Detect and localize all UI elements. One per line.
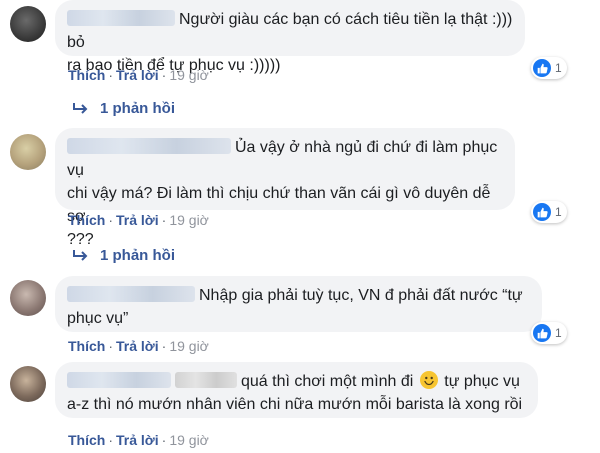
like-link[interactable]: Thích — [68, 338, 105, 354]
separator: · — [108, 338, 114, 354]
reply-arrow-icon — [72, 102, 88, 116]
reaction-count: 1 — [555, 326, 562, 340]
separator: · — [161, 212, 167, 228]
comment-text: tự phục vụ — [444, 373, 520, 390]
separator: · — [161, 67, 167, 83]
reaction-count: 1 — [555, 61, 562, 75]
reply-link[interactable]: Trả lời — [116, 338, 159, 354]
comment-text: quá thì chơi một mình đi — [241, 373, 414, 390]
comment-actions: Thích · Trả lời · 19 giờ — [68, 432, 209, 448]
separator: · — [108, 67, 114, 83]
avatar[interactable] — [10, 366, 46, 402]
comment-actions: Thích · Trả lời · 19 giờ — [68, 338, 209, 354]
blurred-author-name[interactable] — [67, 286, 195, 302]
timestamp[interactable]: 19 giờ — [169, 212, 209, 228]
comment-text: phục vụ” — [67, 310, 129, 327]
separator: · — [161, 432, 167, 448]
view-replies[interactable]: 1 phản hồi — [72, 247, 175, 264]
replies-count: 1 phản hồi — [100, 100, 175, 117]
reply-arrow-icon — [72, 249, 88, 263]
reaction-count: 1 — [555, 205, 562, 219]
like-link[interactable]: Thích — [68, 67, 105, 83]
smiley-emoji-icon — [419, 371, 438, 389]
comment-bubble: Ủa vậy ở nhà ngủ đi chứ đi làm phục vụ c… — [55, 128, 515, 248]
like-link[interactable]: Thích — [68, 212, 105, 228]
avatar[interactable] — [10, 134, 46, 170]
comment-text: Nhập gia phải tuỳ tục, VN đ phải đất nướ… — [199, 287, 523, 304]
blurred-author-name[interactable] — [67, 372, 171, 388]
reply-link[interactable]: Trả lời — [116, 432, 159, 448]
comment-text-line: Người giàu các bạn có cách tiêu tiền lạ … — [67, 8, 513, 54]
comment-actions: Thích · Trả lời · 19 giờ — [68, 67, 209, 83]
comment-actions: Thích · Trả lời · 19 giờ — [68, 212, 209, 228]
thumbs-up-icon — [533, 324, 551, 342]
separator: · — [161, 338, 167, 354]
comment-bubble: Nhập gia phải tuỳ tục, VN đ phải đất nướ… — [55, 276, 542, 332]
timestamp[interactable]: 19 giờ — [169, 67, 209, 83]
separator: · — [108, 212, 114, 228]
replies-count: 1 phản hồi — [100, 247, 175, 264]
timestamp[interactable]: 19 giờ — [169, 338, 209, 354]
view-replies[interactable]: 1 phản hồi — [72, 100, 175, 117]
comment-bubble: quá thì chơi một mình đi tự phục vụ a-z … — [55, 362, 538, 418]
reply-link[interactable]: Trả lời — [116, 212, 159, 228]
avatar[interactable] — [10, 280, 46, 316]
blurred-mention[interactable] — [175, 372, 237, 388]
comment-text: a-z thì nó mướn nhân viên chi nữa mướn m… — [67, 396, 523, 413]
comment-bubble: Người giàu các bạn có cách tiêu tiền lạ … — [55, 0, 525, 74]
blurred-author-name[interactable] — [67, 10, 175, 26]
comment-text-line: quá thì chơi một mình đi tự phục vụ — [67, 370, 526, 393]
like-link[interactable]: Thích — [68, 432, 105, 448]
reaction-count-badge[interactable]: 1 — [531, 201, 567, 223]
reaction-count-badge[interactable]: 1 — [531, 57, 567, 79]
separator: · — [108, 432, 114, 448]
thumbs-up-icon — [533, 203, 551, 221]
reply-link[interactable]: Trả lời — [116, 67, 159, 83]
timestamp[interactable]: 19 giờ — [169, 432, 209, 448]
comment-text-line: Ủa vậy ở nhà ngủ đi chứ đi làm phục vụ — [67, 136, 503, 182]
reaction-count-badge[interactable]: 1 — [531, 322, 567, 344]
thumbs-up-icon — [533, 59, 551, 77]
comment-text-line: Nhập gia phải tuỳ tục, VN đ phải đất nướ… — [67, 284, 530, 307]
avatar[interactable] — [10, 6, 46, 42]
blurred-author-name[interactable] — [67, 138, 231, 154]
